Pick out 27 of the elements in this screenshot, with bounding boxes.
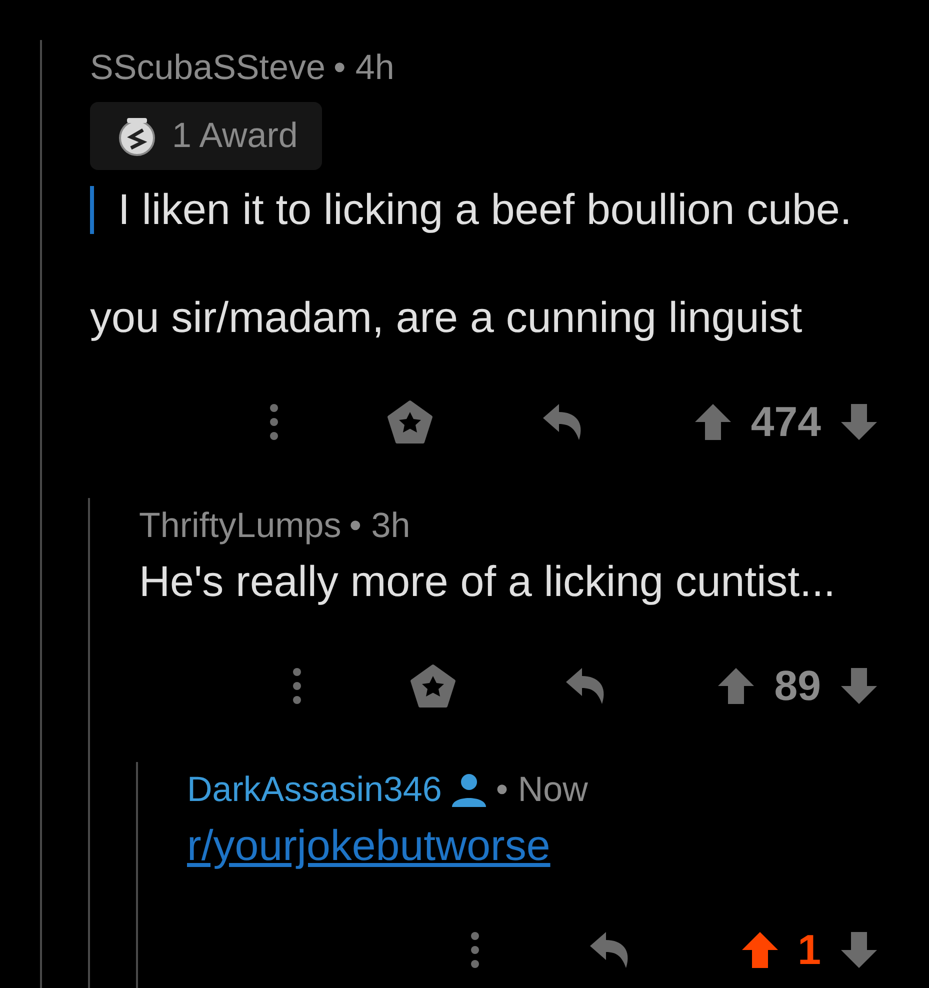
more-icon[interactable]: [268, 403, 279, 441]
award-icon[interactable]: [386, 400, 433, 444]
comment-text: you sir/madam, are a cunning linguist: [90, 293, 804, 344]
comment-text: He's really more of a licking cuntist...: [139, 557, 836, 608]
timestamp: • 4h: [333, 48, 394, 88]
more-icon[interactable]: [470, 931, 480, 969]
upvote-icon[interactable]: [740, 930, 780, 970]
username[interactable]: ThriftyLumps: [139, 506, 342, 546]
timestamp: • 3h: [349, 506, 410, 546]
vote-count: 474: [750, 398, 821, 446]
award-badge[interactable]: 1 Award: [90, 102, 322, 170]
timestamp: • Now: [496, 770, 588, 810]
vote-count: 89: [774, 662, 821, 710]
username[interactable]: SScubaSSteve: [90, 48, 326, 88]
person-icon: [450, 773, 488, 807]
username[interactable]: DarkAssasin346: [187, 770, 442, 810]
downvote-icon[interactable]: [839, 666, 879, 706]
more-icon[interactable]: [292, 667, 302, 705]
quote-text: I liken it to licking a beef boullion cube.: [90, 186, 879, 234]
award-icon[interactable]: [410, 664, 456, 708]
upvote-icon[interactable]: [692, 402, 733, 442]
downvote-icon[interactable]: [839, 402, 879, 442]
subreddit-link[interactable]: r/yourjokebutworse: [187, 822, 550, 870]
coin-icon: [116, 115, 158, 157]
vote-count: 1: [798, 926, 821, 974]
downvote-icon[interactable]: [839, 930, 879, 970]
upvote-icon[interactable]: [716, 666, 756, 706]
